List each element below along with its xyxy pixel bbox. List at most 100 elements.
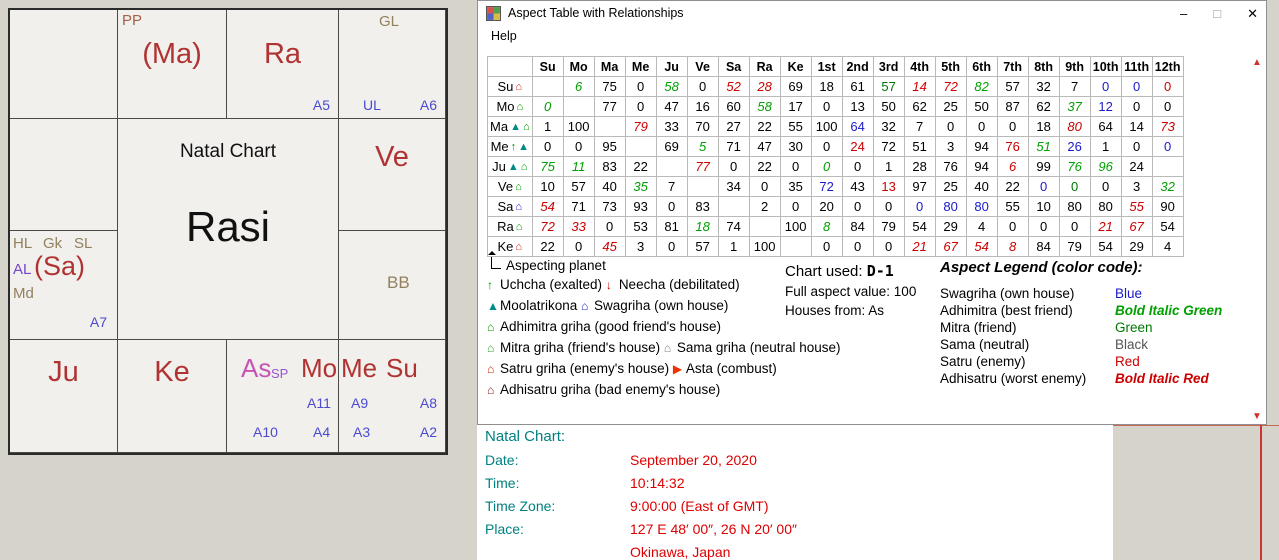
legend-symbol-text: Asta (combust) (686, 361, 777, 376)
color-legend-name: Adhimitra (best friend) (940, 303, 1115, 318)
aspect-cell-Ke-9th: 79 (1059, 237, 1090, 257)
minimize-button[interactable]: – (1180, 7, 1187, 20)
arudha-a7: A7 (90, 314, 107, 330)
column-header-Ma: Ma (594, 57, 625, 77)
aspect-cell-Me-Su: 0 (532, 137, 563, 157)
natal-label: Time: (485, 475, 630, 491)
aspect-cell-Ke-Ke (780, 237, 811, 257)
dignity-icon: ⌂ (523, 121, 530, 133)
dignity-icon: ↑ (511, 141, 517, 153)
color-legend-name: Adhisatru (worst enemy) (940, 371, 1115, 386)
aspect-cell-Ke-Mo: 0 (563, 237, 594, 257)
column-header-8th: 8th (1028, 57, 1059, 77)
planet-venus: Ve (375, 141, 409, 174)
planet-name: Ve (498, 179, 513, 194)
aspect-cell-Ma-6th: 0 (966, 117, 997, 137)
maximize-button[interactable]: □ (1213, 7, 1221, 20)
aspect-cell-Ra-Su: 72 (532, 217, 563, 237)
row-header-Mo: Mo⌂ (488, 97, 533, 117)
aspect-cell-Ra-7th: 0 (997, 217, 1028, 237)
planet-name: Mo (496, 99, 514, 114)
aspect-cell-Ra-Sa: 74 (718, 217, 749, 237)
aspect-cell-Sa-4th: 0 (904, 197, 935, 217)
aspect-cell-Me-8th: 51 (1028, 137, 1059, 157)
aspect-cell-Ve-6th: 40 (966, 177, 997, 197)
gl-label: GL (379, 13, 399, 30)
column-header-Mo: Mo (563, 57, 594, 77)
legend-symbol-text: Moolatrikona (500, 298, 581, 313)
hl-label: HL (13, 235, 32, 252)
aspect-cell-Ra-Ve: 18 (687, 217, 718, 237)
sp-label: SP (271, 366, 288, 381)
legend-line: ▲Moolatrikona ⌂Swagriha (own house) (487, 298, 807, 319)
arudha-a3: A3 (353, 424, 370, 440)
panel-divider (1260, 425, 1262, 560)
aspect-cell-Me-Sa: 71 (718, 137, 749, 157)
planet-ketu: Ke (154, 356, 189, 389)
aspect-cell-Mo-11th: 0 (1121, 97, 1152, 117)
aspect-cell-Ve-Ju: 7 (656, 177, 687, 197)
aspect-cell-Ma-Ve: 70 (687, 117, 718, 137)
planet-rahu: Ra (264, 38, 301, 71)
row-header-Me: Me↑▲ (488, 137, 533, 157)
dignity-icon: ⌂ (521, 161, 528, 173)
aspect-cell-Ma-9th: 80 (1059, 117, 1090, 137)
planet-name: Me (491, 139, 509, 154)
planet-saturn: (Sa) (34, 251, 85, 282)
aspect-cell-Ju-Me: 22 (625, 157, 656, 177)
dignity-icon: ▲ (518, 141, 529, 153)
aspect-cell-Ke-Su: 22 (532, 237, 563, 257)
aspect-cell-Ke-4th: 21 (904, 237, 935, 257)
aspect-cell-Me-2nd: 24 (842, 137, 873, 157)
close-button[interactable]: ✕ (1247, 7, 1258, 20)
chart-cell-r4c1: Ju (10, 340, 118, 453)
menu-help[interactable]: Help (487, 28, 521, 44)
aspect-cell-Su-9th: 7 (1059, 77, 1090, 97)
chart-subtitle: Rasi (186, 203, 270, 251)
sl-label: SL (74, 235, 92, 252)
column-header-2nd: 2nd (842, 57, 873, 77)
legend-symbol-icon: ⌂ (581, 299, 594, 313)
aspect-cell-Ra-Mo: 33 (563, 217, 594, 237)
aspect-cell-Ve-Ke: 35 (780, 177, 811, 197)
aspect-cell-Ke-6th: 54 (966, 237, 997, 257)
aspect-cell-Me-12th: 0 (1152, 137, 1183, 157)
pp-label: PP (122, 12, 142, 29)
aspect-cell-Ke-1st: 0 (811, 237, 842, 257)
ascendant-label: As (241, 353, 271, 384)
scroll-down-arrow[interactable]: ▼ (1250, 410, 1264, 424)
color-legend-sample: Black (1115, 337, 1148, 352)
aspect-cell-Me-Ma: 95 (594, 137, 625, 157)
legend-symbol-icon: ↑ (487, 278, 500, 292)
vertical-scrollbar[interactable]: ▲ ▼ (1250, 56, 1264, 424)
row-header-Ra: Ra⌂ (488, 217, 533, 237)
row-header-Ma: Ma▲⌂ (488, 117, 533, 137)
aspect-cell-Ke-Ma: 45 (594, 237, 625, 257)
aspect-cell-Ra-3rd: 79 (873, 217, 904, 237)
aspect-cell-Ma-11th: 14 (1121, 117, 1152, 137)
row-header-Sa: Sa⌂ (488, 197, 533, 217)
titlebar[interactable]: Aspect Table with Relationships – □ ✕ (478, 1, 1266, 25)
aspect-cell-Ma-10th: 64 (1090, 117, 1121, 137)
aspect-cell-Mo-2nd: 13 (842, 97, 873, 117)
column-header-3rd: 3rd (873, 57, 904, 77)
column-header-Ke: Ke (780, 57, 811, 77)
legend-symbol-text: Satru griha (enemy's house) (500, 361, 673, 376)
scroll-up-arrow[interactable]: ▲ (1250, 56, 1264, 70)
aspect-cell-Ra-Ju: 81 (656, 217, 687, 237)
aspect-cell-Mo-Ve: 16 (687, 97, 718, 117)
color-legend-name: Satru (enemy) (940, 354, 1115, 369)
chart-title: Natal Chart (180, 141, 276, 163)
houses-from-note: Houses from: As (785, 303, 943, 318)
legend-symbol-icon: ⌂ (487, 341, 500, 355)
aspect-cell-Ke-12th: 4 (1152, 237, 1183, 257)
aspect-cell-Ke-Sa: 1 (718, 237, 749, 257)
aspect-cell-Sa-Me: 93 (625, 197, 656, 217)
aspect-cell-Ma-Ma (594, 117, 625, 137)
aspect-cell-Su-Me: 0 (625, 77, 656, 97)
color-legend-row: Sama (neutral)Black (940, 336, 1242, 353)
aspect-cell-Mo-12th: 0 (1152, 97, 1183, 117)
legend-line: ⌂Adhisatru griha (bad enemy's house) (487, 382, 807, 403)
aspect-cell-Me-6th: 94 (966, 137, 997, 157)
aspect-cell-Ju-Su: 75 (532, 157, 563, 177)
